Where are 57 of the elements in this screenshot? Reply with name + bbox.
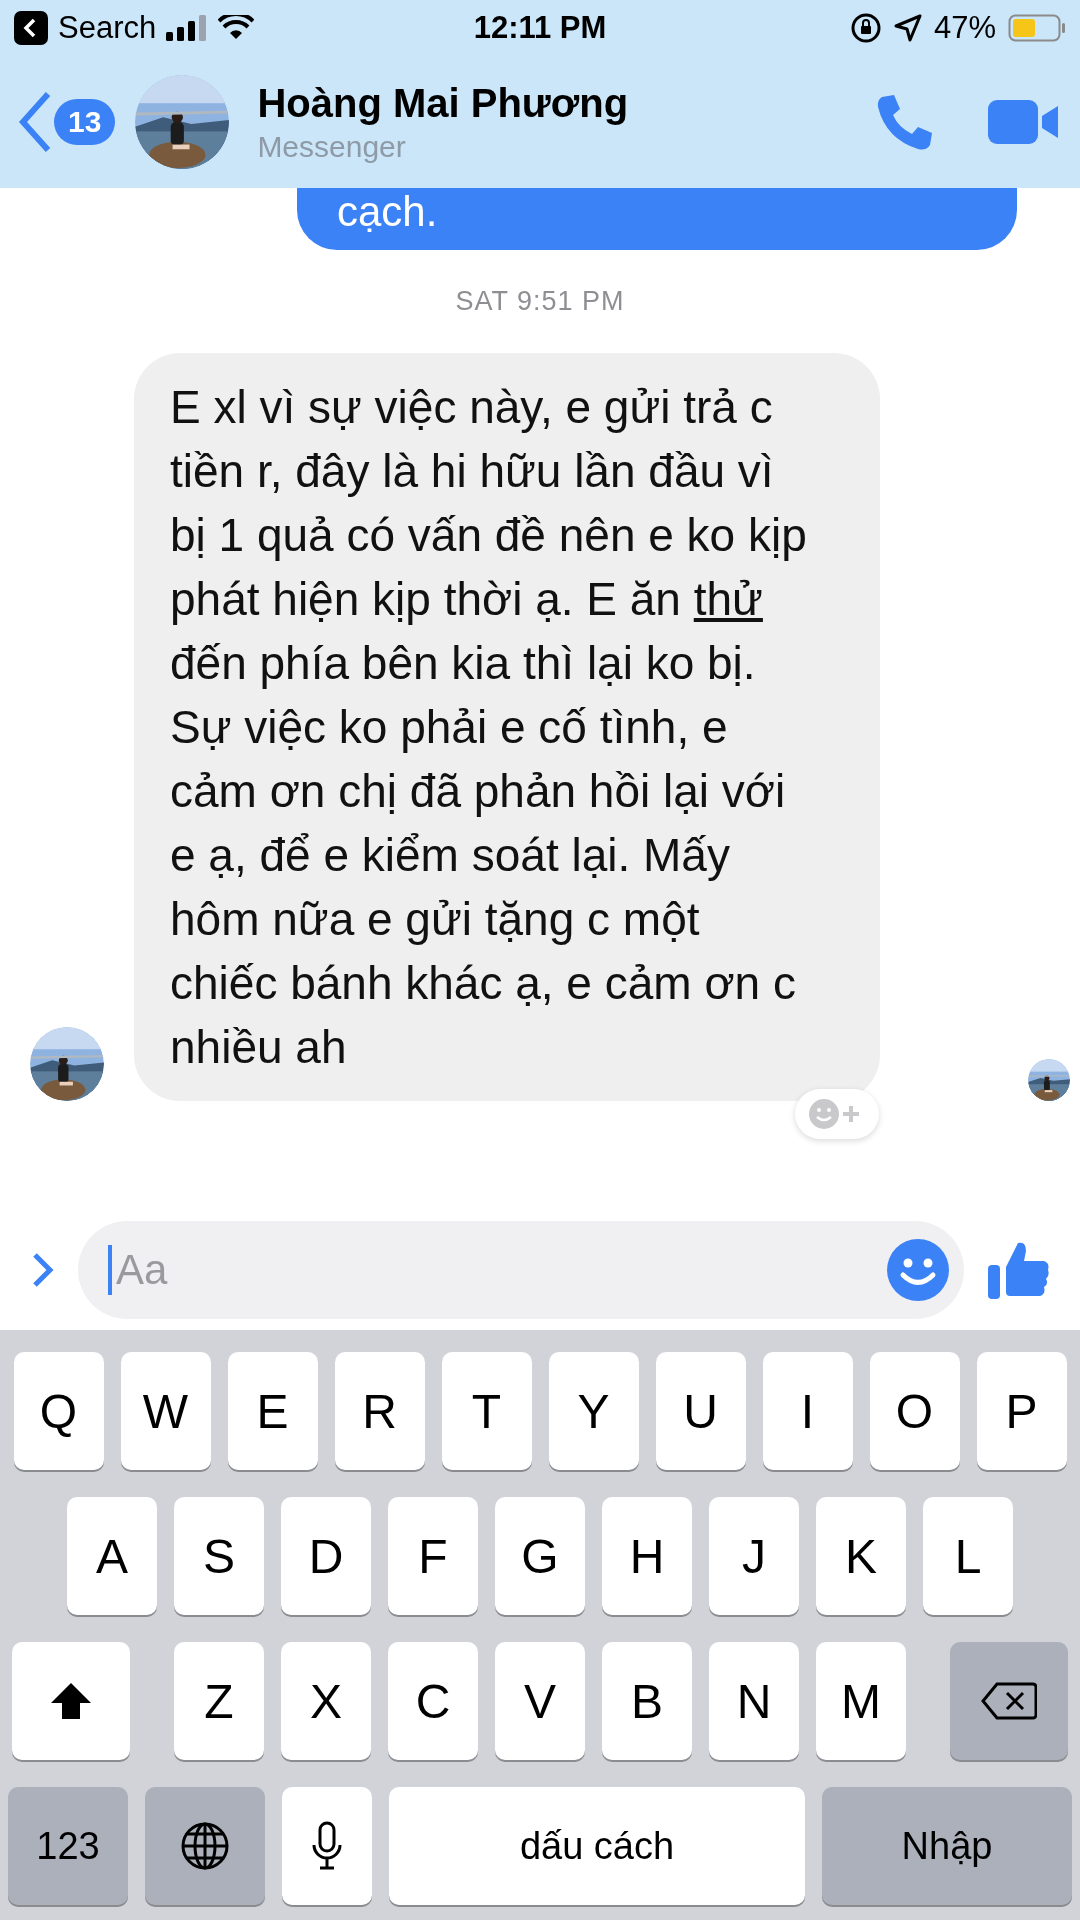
keyboard-key[interactable]: Z <box>174 1642 264 1760</box>
keyboard-key[interactable]: N <box>709 1642 799 1760</box>
globe-icon <box>180 1821 230 1871</box>
shift-key[interactable] <box>12 1642 130 1760</box>
keyboard-key[interactable]: S <box>174 1497 264 1615</box>
backspace-icon <box>981 1682 1037 1720</box>
keyboard-key[interactable]: Q <box>13 1352 104 1470</box>
text-input[interactable]: Aa <box>108 1245 874 1295</box>
microphone-icon <box>312 1821 342 1871</box>
keyboard-key[interactable]: D <box>281 1497 371 1615</box>
numbers-key[interactable]: 123 <box>8 1787 128 1905</box>
back-app-icon[interactable] <box>14 11 48 45</box>
video-call-icon[interactable] <box>988 98 1060 146</box>
emoji-icon[interactable] <box>886 1238 950 1302</box>
keyboard-key[interactable]: R <box>334 1352 425 1470</box>
sent-message: cạch. <box>297 188 1017 250</box>
keyboard-key[interactable]: V <box>495 1642 585 1760</box>
keyboard-key[interactable]: T <box>441 1352 532 1470</box>
contact-subtitle: Messenger <box>257 129 407 164</box>
keyboard-key[interactable]: U <box>655 1352 746 1470</box>
keyboard-key[interactable]: H <box>602 1497 692 1615</box>
keyboard-key[interactable]: I <box>762 1352 853 1470</box>
keyboard-key[interactable]: L <box>923 1497 1013 1615</box>
backspace-key[interactable] <box>950 1642 1068 1760</box>
battery-percent: 47% <box>933 10 996 46</box>
message-field[interactable]: Aa <box>78 1221 964 1319</box>
return-key[interactable]: Nhập <box>822 1787 1072 1905</box>
keyboard-key[interactable]: G <box>495 1497 585 1615</box>
back-icon[interactable] <box>18 90 52 154</box>
signal-icon <box>166 15 209 41</box>
wifi-icon <box>218 15 255 41</box>
timestamp: SAT 9:51 PM <box>455 286 625 317</box>
keyboard-key[interactable]: B <box>602 1642 692 1760</box>
keyboard-key[interactable]: F <box>388 1497 478 1615</box>
keyboard-key[interactable]: X <box>281 1642 371 1760</box>
keyboard-key[interactable]: A <box>67 1497 157 1615</box>
rotation-lock-icon <box>849 12 882 44</box>
shift-arrow-icon <box>49 1681 93 1721</box>
keyboard-key[interactable]: P <box>976 1352 1067 1470</box>
back-label[interactable]: Search <box>58 10 157 46</box>
keyboard-key[interactable]: J <box>709 1497 799 1615</box>
globe-key[interactable] <box>145 1787 265 1905</box>
received-message: E xl vì sự việc này, e gửi trả c tiền r, đây là hi hữu lần đầu vì bị 1 quả có vấn đề nên e ko kịp phát hiện kịp thời ạ. E ăn thử đến phía bên kia thì lại ko bị. Sự việc ko phải e cố tình, e cảm ơn chị đã phản hồi lại với e ạ, để e kiểm soát lại. Mấy hôm nữa e gửi tặng c một chiếc bánh khác ạ, e cảm ơn c nhiều ah <box>134 353 880 1101</box>
keyboard-key[interactable]: Y <box>548 1352 639 1470</box>
keyboard-key[interactable]: E <box>227 1352 318 1470</box>
keyboard-key[interactable]: C <box>388 1642 478 1760</box>
keyboard-key[interactable]: O <box>869 1352 960 1470</box>
keyboard-key[interactable]: K <box>816 1497 906 1615</box>
space-key[interactable]: dấu cách <box>389 1787 805 1905</box>
keyboard-key[interactable]: M <box>816 1642 906 1760</box>
contact-name: Hoàng Mai Phương <box>257 80 630 126</box>
unread-badge: 13 <box>54 99 116 145</box>
battery-icon <box>1008 14 1066 42</box>
location-icon <box>893 14 922 42</box>
microphone-key[interactable] <box>282 1787 372 1905</box>
keyboard-key[interactable]: W <box>120 1352 211 1470</box>
status-time: 12:11 PM <box>472 10 608 46</box>
